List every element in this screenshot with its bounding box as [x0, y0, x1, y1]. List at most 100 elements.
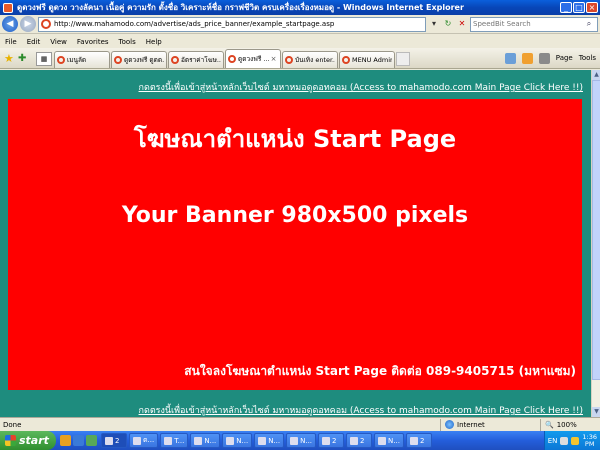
- tab-bar: ★ ✚ ▦ เมนูลัด ดูดวงฟรี ดูดด... อัตราค่าโ…: [0, 48, 600, 69]
- menu-tools[interactable]: Tools: [119, 38, 136, 46]
- print-icon[interactable]: [538, 52, 550, 64]
- menu-edit[interactable]: Edit: [27, 38, 41, 46]
- tab-label: อัตราค่าโฆษ...: [181, 56, 221, 64]
- taskbar-item[interactable]: ต...: [129, 433, 159, 448]
- quicklaunch-app-icon[interactable]: [86, 435, 97, 446]
- taskbar-item[interactable]: N...: [222, 433, 253, 448]
- security-zone: Internet: [440, 418, 540, 431]
- zoom-icon: 🔍: [545, 420, 554, 429]
- status-bar: Done Internet 🔍 100%: [0, 417, 600, 431]
- taskbar-item[interactable]: 2: [405, 433, 432, 448]
- tab-label: ดูดวงฟรี ดูดด...: [124, 56, 164, 64]
- task-icon: [350, 436, 359, 445]
- taskbar-item[interactable]: 2: [318, 433, 345, 448]
- taskbar-item[interactable]: 2: [346, 433, 373, 448]
- vertical-scrollbar[interactable]: ▲ ▼: [591, 70, 600, 417]
- url-dropdown-icon[interactable]: ▾: [428, 17, 440, 31]
- menu-favorites[interactable]: Favorites: [77, 38, 109, 46]
- tab-3[interactable]: อัตราค่าโฆษ...: [168, 51, 224, 68]
- windows-logo-icon: [5, 435, 16, 446]
- maximize-button[interactable]: □: [573, 2, 585, 13]
- task-icon: [290, 436, 299, 445]
- close-button[interactable]: ×: [586, 2, 598, 13]
- site-icon: [41, 19, 51, 29]
- tab-1[interactable]: เมนูลัด: [54, 51, 110, 68]
- tab-label: ดูดวงฟรี ...: [238, 55, 270, 63]
- quick-launch: [60, 435, 97, 446]
- menu-help[interactable]: Help: [146, 38, 162, 46]
- tab-label: MENU Admin...: [352, 56, 392, 64]
- zone-label: Internet: [457, 420, 485, 429]
- title-bar: ดูดวงฟรี ดูดวง วางลัคนา เนื้อคู่ ความรัก…: [0, 0, 600, 15]
- main-page-link-bottom[interactable]: กดตรงนี้เพื่อเข้าสู่หน้าหลักเว็บไซต์ มหา…: [0, 403, 583, 417]
- task-icon: [105, 436, 113, 445]
- taskbar-item[interactable]: 2: [101, 433, 127, 448]
- start-button[interactable]: start: [0, 431, 56, 450]
- home-icon[interactable]: [504, 52, 516, 64]
- address-bar: ◀ ▶ http://www.mahamodo.com/advertise/ad…: [0, 15, 600, 34]
- refresh-button[interactable]: ↻: [442, 17, 454, 31]
- banner-area[interactable]: โฆษณาตำแหน่ง Start Page Your Banner 980x…: [8, 99, 582, 390]
- page-menu[interactable]: Page: [556, 54, 573, 62]
- start-label: start: [19, 434, 49, 447]
- tab-label: บันเทิง enter...: [295, 56, 335, 64]
- menu-file[interactable]: File: [5, 38, 17, 46]
- tab-2[interactable]: ดูดวงฟรี ดูดด...: [111, 51, 167, 68]
- menu-bar: File Edit View Favorites Tools Help: [0, 35, 600, 48]
- taskbar-item[interactable]: N...: [190, 433, 221, 448]
- url-text[interactable]: http://www.mahamodo.com/advertise/ads_pr…: [54, 20, 334, 28]
- banner-title: โฆษณาตำแหน่ง Start Page: [133, 125, 457, 153]
- url-field[interactable]: http://www.mahamodo.com/advertise/ads_pr…: [38, 16, 426, 32]
- search-input[interactable]: [473, 20, 583, 28]
- taskbar-item[interactable]: N...: [374, 433, 404, 448]
- tab-site-icon: [285, 56, 293, 64]
- tray-app-icon[interactable]: [560, 436, 569, 445]
- forward-button[interactable]: ▶: [20, 16, 36, 32]
- task-icon: [409, 436, 418, 445]
- scroll-thumb[interactable]: [592, 80, 600, 380]
- tab-label: เมนูลัด: [67, 56, 87, 64]
- back-button[interactable]: ◀: [2, 16, 18, 32]
- menu-view[interactable]: View: [50, 38, 67, 46]
- task-icon: [164, 436, 173, 445]
- tab-site-icon: [228, 55, 236, 63]
- minimize-button[interactable]: _: [560, 2, 572, 13]
- task-icon: [133, 436, 141, 445]
- scroll-up-arrow-icon[interactable]: ▲: [592, 70, 600, 80]
- stop-button[interactable]: ✕: [456, 17, 468, 31]
- page-content: กดตรงนี้เพื่อเข้าสู่หน้าหลักเว็บไซต์ มหา…: [0, 70, 591, 417]
- new-tab-button[interactable]: [396, 52, 410, 66]
- quicklaunch-ie-icon[interactable]: [73, 435, 84, 446]
- globe-icon: [445, 420, 454, 429]
- tray-volume-icon[interactable]: [571, 436, 580, 445]
- status-text: Done: [3, 420, 22, 429]
- language-indicator[interactable]: EN: [548, 437, 558, 445]
- tools-menu[interactable]: Tools: [579, 54, 596, 62]
- window-title: ดูดวงฟรี ดูดวง วางลัคนา เนื้อคู่ ความรัก…: [17, 3, 464, 12]
- tab-close-icon[interactable]: ×: [271, 55, 277, 63]
- task-icon: [258, 436, 267, 445]
- taskbar-item[interactable]: N...: [286, 433, 317, 448]
- tab-site-icon: [342, 56, 350, 64]
- tab-5[interactable]: บันเทิง enter...: [282, 51, 338, 68]
- zoom-control[interactable]: 🔍 100%: [540, 418, 600, 431]
- tab-6[interactable]: MENU Admin...: [339, 51, 395, 68]
- main-page-link-top[interactable]: กดตรงนี้เพื่อเข้าสู่หน้าหลักเว็บไซต์ มหา…: [0, 80, 583, 94]
- tab-4-active[interactable]: ดูดวงฟรี ... ×: [225, 49, 281, 68]
- add-favorite-icon[interactable]: ✚: [18, 53, 30, 65]
- taskbar-item[interactable]: T...: [160, 433, 189, 448]
- tab-site-icon: [114, 56, 122, 64]
- tab-site-icon: [57, 56, 65, 64]
- quicklaunch-folder-icon[interactable]: [60, 435, 71, 446]
- banner-contact: สนใจลงโฆษณาตำแหน่ง Start Page ติดต่อ 089…: [184, 364, 576, 378]
- feeds-icon[interactable]: [521, 52, 533, 64]
- ie-icon: [3, 2, 13, 13]
- quick-tabs-button[interactable]: ▦: [36, 52, 52, 66]
- task-icon: [322, 436, 331, 445]
- scroll-down-arrow-icon[interactable]: ▼: [592, 407, 600, 417]
- search-icon[interactable]: ⌕: [583, 19, 595, 29]
- search-box[interactable]: ⌕: [470, 16, 598, 32]
- clock[interactable]: 1:36 PM: [582, 433, 597, 448]
- taskbar-item[interactable]: N...: [254, 433, 285, 448]
- favorites-star-icon[interactable]: ★: [4, 53, 16, 65]
